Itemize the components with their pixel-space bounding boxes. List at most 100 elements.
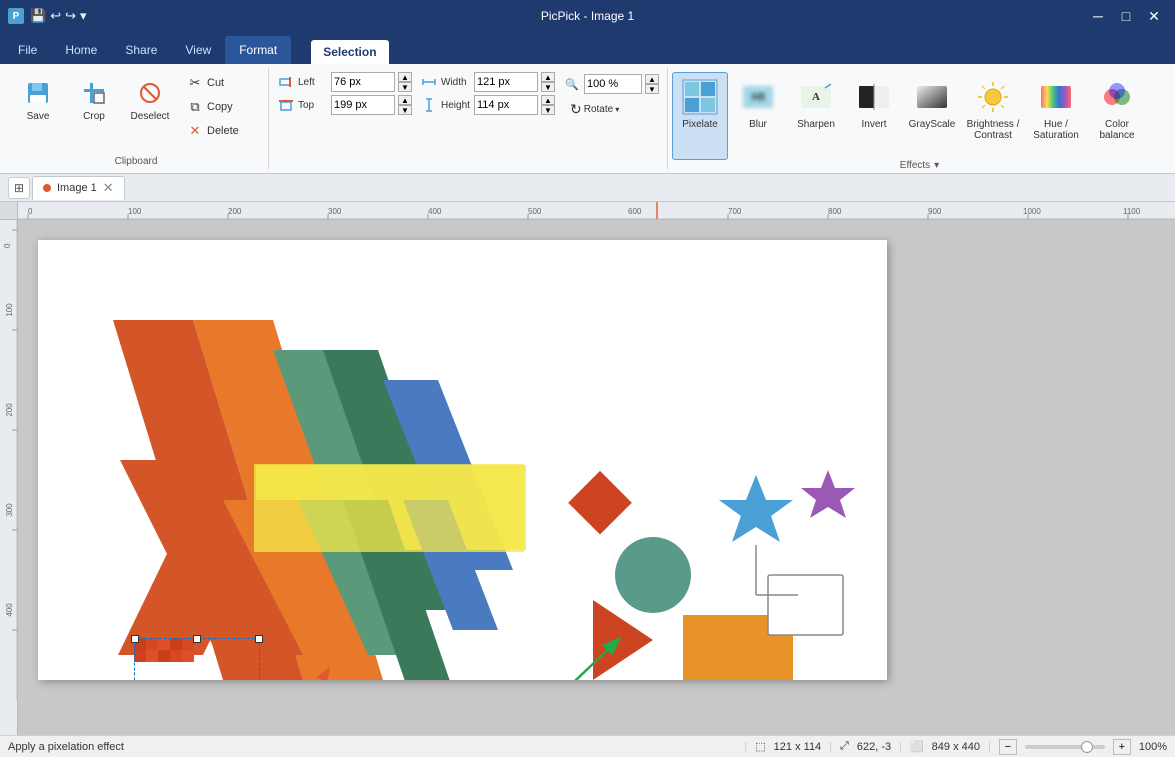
save-button[interactable]: Save: [12, 72, 64, 127]
clipboard-group-label: Clipboard: [115, 156, 158, 169]
save-icon: [22, 77, 54, 109]
crop-button[interactable]: Crop: [68, 72, 120, 127]
width-input[interactable]: [474, 72, 538, 92]
top-position-icon: [277, 96, 295, 114]
zoom-down-btn[interactable]: ▼: [645, 84, 659, 94]
document-tab[interactable]: Image 1 ✕: [32, 176, 125, 200]
clipboard-group-content: Save Crop Deselect ✂ Cut: [12, 68, 260, 156]
app-title: PicPick - Image 1: [541, 9, 634, 23]
zoom-icon: 🔍: [563, 75, 581, 93]
height-down-btn[interactable]: ▼: [541, 105, 555, 115]
canvas-svg: Shapes LINE Curved Arrow with text: [38, 240, 887, 680]
rotate-button[interactable]: ↻ Rotate ▾: [563, 98, 659, 121]
zoom-up-btn[interactable]: ▲: [645, 74, 659, 84]
top-input[interactable]: [331, 95, 395, 115]
redo-quick-btn[interactable]: ↪: [65, 8, 76, 24]
sharpen-icon: A: [796, 77, 836, 117]
effects-expand-icon[interactable]: ▾: [934, 160, 939, 171]
cursor-coordinates: 622, -3: [857, 741, 891, 753]
minimize-btn[interactable]: ─: [1085, 6, 1111, 26]
svg-text:100: 100: [128, 207, 142, 216]
svg-text:0: 0: [3, 243, 12, 248]
brightness-button[interactable]: Brightness / Contrast: [962, 72, 1024, 160]
left-up-btn[interactable]: ▲: [398, 72, 412, 82]
sharpen-button[interactable]: A Sharpen: [788, 72, 844, 160]
copy-icon: ⧉: [187, 99, 203, 115]
svg-text:A: A: [812, 91, 820, 103]
svg-text:600: 600: [628, 207, 642, 216]
width-down-btn[interactable]: ▼: [541, 82, 555, 92]
tab-share[interactable]: Share: [111, 36, 171, 64]
canvas-area[interactable]: Shapes LINE Curved Arrow with text: [18, 220, 1175, 735]
pixelate-label: Pixelate: [682, 119, 718, 130]
app-icon: P: [8, 8, 24, 24]
ruler-vertical: 0 100 200 300 400: [0, 220, 18, 735]
status-right: | ⬚ 121 x 114 | ⤢ 622, -3 | ⬜ 849 x 440 …: [744, 739, 1167, 755]
ruler-horizontal: 0 100 200 300 400 500 600 700 800 900: [18, 202, 1175, 220]
undo-quick-btn[interactable]: ↩: [50, 8, 61, 24]
zoom-slider[interactable]: [1025, 745, 1105, 749]
tab-format[interactable]: Format: [225, 36, 291, 64]
colorbalance-button[interactable]: Color balance: [1088, 72, 1146, 160]
hue-button[interactable]: Hue / Saturation: [1026, 72, 1086, 160]
deselect-button[interactable]: Deselect: [124, 72, 176, 127]
zoom-slider-thumb[interactable]: [1081, 741, 1093, 753]
effects-group-bottom: Effects ▾: [672, 160, 1167, 173]
cut-button[interactable]: ✂ Cut: [180, 72, 260, 94]
tab-home[interactable]: Home: [51, 36, 111, 64]
copy-button[interactable]: ⧉ Copy: [180, 96, 260, 118]
height-label: Height: [441, 100, 471, 111]
width-up-btn[interactable]: ▲: [541, 72, 555, 82]
zoom-out-btn[interactable]: −: [999, 739, 1017, 755]
left-down-btn[interactable]: ▼: [398, 82, 412, 92]
delete-button[interactable]: ✕ Delete: [180, 120, 260, 142]
canvas-image[interactable]: Shapes LINE Curved Arrow with text: [38, 240, 887, 680]
status-sep3: |: [899, 741, 902, 753]
effects-group-label: Effects: [900, 160, 930, 171]
cut-label: Cut: [207, 77, 224, 89]
svg-text:1100: 1100: [1123, 207, 1141, 216]
effects-buttons-row: Pixelate AB Blur: [672, 68, 1167, 160]
invert-button[interactable]: Invert: [846, 72, 902, 160]
rotate-dropdown-icon: ▾: [615, 105, 619, 114]
size-inputs: Width ▲ ▼ Height ▲ ▼: [420, 72, 555, 115]
tab-switcher-btn[interactable]: ⊞: [8, 177, 30, 199]
save-quick-btn[interactable]: 💾: [30, 8, 46, 24]
zoom-in-btn[interactable]: +: [1113, 739, 1131, 755]
left-position-icon: [277, 73, 295, 91]
position-group-content: Left ▲ ▼ Top ▲ ▼: [277, 68, 659, 167]
tab-view[interactable]: View: [171, 36, 225, 64]
zoom-input[interactable]: [584, 74, 642, 94]
quick-access-dropdown[interactable]: ▾: [80, 8, 87, 24]
height-icon: [420, 96, 438, 114]
invert-icon: [854, 77, 894, 117]
pixelate-icon: [680, 77, 720, 117]
height-input[interactable]: [474, 95, 538, 115]
copy-label: Copy: [207, 101, 233, 113]
width-input-row: Width ▲ ▼: [420, 72, 555, 92]
brightness-label: Brightness / Contrast: [965, 119, 1021, 141]
close-btn[interactable]: ✕: [1141, 6, 1167, 26]
blur-button[interactable]: AB Blur: [730, 72, 786, 160]
delete-label: Delete: [207, 125, 239, 137]
maximize-btn[interactable]: □: [1113, 6, 1139, 26]
ruler-corner: [0, 202, 18, 220]
doc-tab-close-btn[interactable]: ✕: [103, 180, 114, 196]
tab-file[interactable]: File: [4, 36, 51, 64]
left-input[interactable]: [331, 72, 395, 92]
zoom-rotate-group: 🔍 ▲ ▼ ↻ Rotate ▾: [563, 72, 659, 121]
selection-label: Selection: [311, 40, 388, 64]
top-up-btn[interactable]: ▲: [398, 95, 412, 105]
pixelate-button[interactable]: Pixelate: [672, 72, 728, 160]
grayscale-button[interactable]: GrayScale: [904, 72, 960, 160]
rotate-icon: ↻: [570, 101, 582, 118]
clipboard-small-btns: ✂ Cut ⧉ Copy ✕ Delete: [180, 72, 260, 142]
top-down-btn[interactable]: ▼: [398, 105, 412, 115]
grayscale-icon: [912, 77, 952, 117]
height-up-btn[interactable]: ▲: [541, 95, 555, 105]
left-input-row: Left ▲ ▼: [277, 72, 412, 92]
deselect-icon: [134, 77, 166, 109]
status-sep2: |: [829, 741, 832, 753]
width-label: Width: [441, 77, 471, 88]
deselect-label: Deselect: [131, 111, 170, 122]
